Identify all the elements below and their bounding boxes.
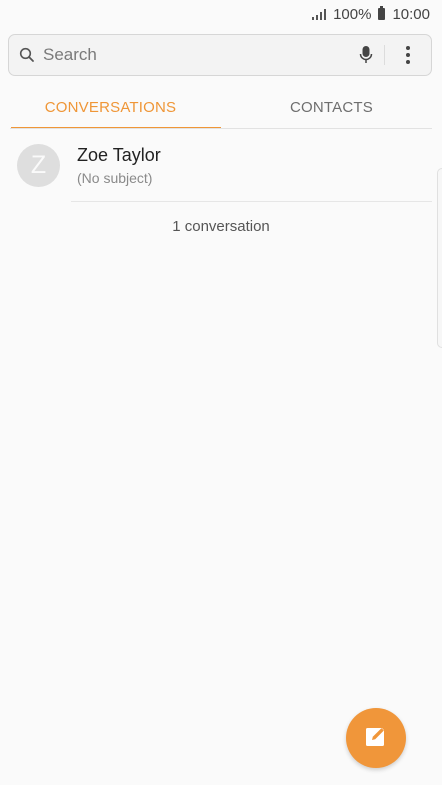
messages-screen: 100% 10:00 Search CONVERSATIONS CONTACTS… bbox=[0, 0, 442, 785]
signal-icon bbox=[311, 8, 327, 20]
tabs-divider bbox=[10, 128, 432, 129]
search-input[interactable] bbox=[43, 45, 348, 65]
conversation-item[interactable]: Z Zoe Taylor (No subject) bbox=[0, 135, 442, 201]
search-icon bbox=[11, 47, 43, 63]
tab-conversations-label: CONVERSATIONS bbox=[44, 99, 177, 116]
battery-icon bbox=[378, 6, 386, 20]
avatar[interactable]: Z bbox=[17, 144, 60, 187]
conversation-name: Zoe Taylor bbox=[77, 145, 161, 165]
tab-contacts-label: CONTACTS bbox=[290, 99, 373, 116]
tab-contacts[interactable]: CONTACTS bbox=[221, 88, 442, 128]
conversation-count: 1 conversation bbox=[172, 218, 270, 235]
conversation-subject: (No subject) bbox=[77, 170, 153, 186]
clock: 10:00 bbox=[392, 5, 430, 23]
status-bar: 100% 10:00 bbox=[0, 0, 442, 28]
tab-conversations[interactable]: CONVERSATIONS bbox=[0, 88, 221, 129]
tab-bar: CONVERSATIONS CONTACTS bbox=[0, 88, 442, 129]
microphone-icon[interactable] bbox=[348, 34, 384, 76]
battery-percent: 100% bbox=[333, 5, 372, 23]
more-options-icon[interactable] bbox=[385, 34, 431, 76]
compose-button[interactable] bbox=[346, 708, 406, 768]
compose-icon bbox=[365, 725, 387, 752]
search-bar[interactable] bbox=[8, 34, 432, 76]
edge-panel-handle[interactable] bbox=[437, 168, 442, 348]
row-divider bbox=[71, 201, 432, 202]
